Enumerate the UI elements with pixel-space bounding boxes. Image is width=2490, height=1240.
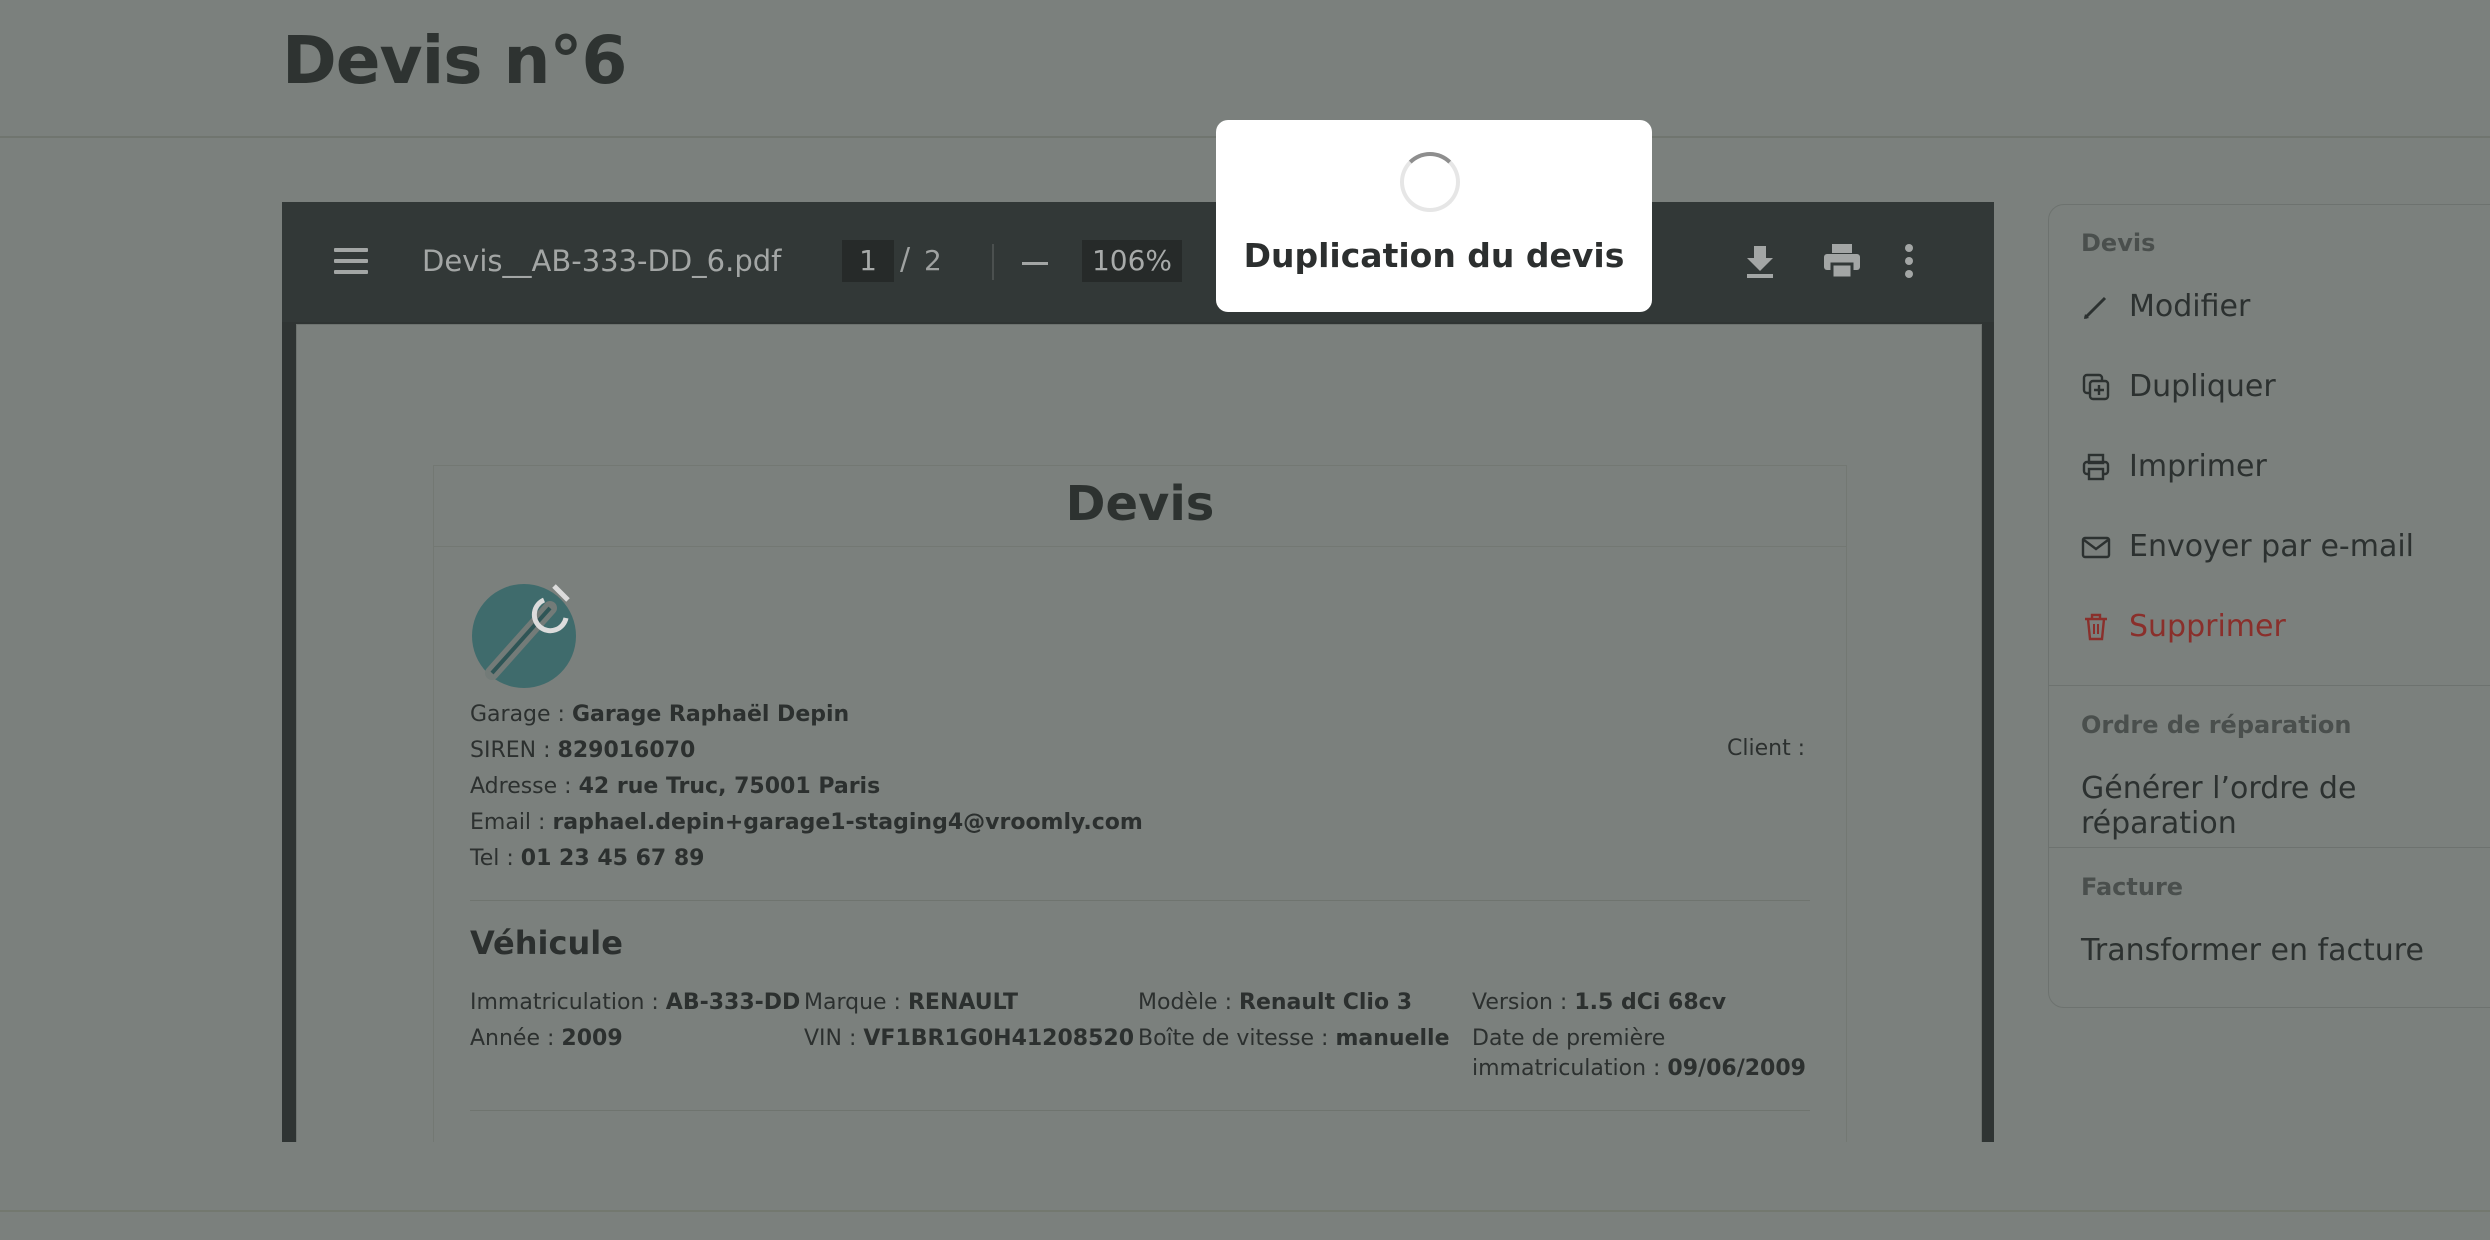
print-icon[interactable]	[1822, 242, 1862, 280]
modele: Modèle : Renault Clio 3	[1138, 990, 1413, 1015]
toolbar-divider	[992, 244, 994, 280]
envoyer-email-button[interactable]: Envoyer par e-mail	[2081, 529, 2414, 564]
page-header: Devis n°6	[0, 0, 2490, 138]
modifier-button[interactable]: Modifier	[2081, 289, 2250, 324]
annee: Année : 2009	[470, 1026, 623, 1051]
boite-vitesse: Boîte de vitesse : manuelle	[1138, 1026, 1450, 1051]
zoom-out-icon[interactable]	[1022, 262, 1048, 265]
document-title: Devis	[1065, 476, 1215, 532]
zoom-level[interactable]: 106%	[1082, 240, 1182, 282]
page-number-input[interactable]: 1	[842, 240, 894, 282]
download-icon[interactable]	[1742, 242, 1778, 280]
garage-line: Garage : Garage Raphaël Depin	[470, 702, 850, 727]
address-line: Adresse : 42 rue Truc, 75001 Paris	[470, 774, 881, 799]
pdf-page: Devis Garage : Garage Raphaël Depin SIRE…	[296, 324, 1982, 1142]
pdf-toolbar: Devis__AB-333-DD_6.pdf 1 / 2 106%	[282, 202, 1994, 322]
section-devis: Devis	[2081, 229, 2156, 257]
divider	[2049, 847, 2490, 848]
pdf-filename: Devis__AB-333-DD_6.pdf	[422, 244, 782, 278]
actions-panel: Devis Modifier Dupliquer Imprimer Envoye…	[2048, 204, 2490, 1008]
supprimer-button[interactable]: Supprimer	[2081, 609, 2286, 644]
garage-logo	[472, 578, 582, 692]
client-label: Client :	[1727, 736, 1806, 761]
pdf-viewer: Devis__AB-333-DD_6.pdf 1 / 2 106% Devis	[282, 202, 1994, 1142]
modal-message: Duplication du devis	[1243, 236, 1625, 275]
tel-line: Tel : 01 23 45 67 89	[470, 846, 705, 871]
email-value: raphael.depin+garage1-staging4@vroomly.c…	[552, 810, 1143, 835]
tel-value: 01 23 45 67 89	[520, 846, 705, 871]
menu-icon[interactable]	[334, 248, 368, 274]
section-ordre-reparation: Ordre de réparation	[2081, 711, 2352, 739]
total-pages: 2	[924, 244, 942, 277]
vin: VIN : VF1BR1G0H41208520	[804, 1026, 1135, 1051]
divider	[470, 900, 1810, 901]
immatriculation: Immatriculation : AB-333-DD	[470, 990, 801, 1015]
trash-icon	[2085, 613, 2107, 640]
siren-value: 829016070	[557, 738, 696, 763]
loading-modal: Duplication du devis	[1216, 120, 1652, 312]
page-title: Devis n°6	[282, 22, 627, 99]
vehicle-title: Véhicule	[470, 924, 623, 962]
dupliquer-button[interactable]: Dupliquer	[2081, 369, 2276, 404]
more-options-icon[interactable]	[1904, 244, 1914, 278]
address-value: 42 rue Truc, 75001 Paris	[578, 774, 881, 799]
divider	[2049, 685, 2490, 686]
generer-ordre-button[interactable]: Générer l’ordre de réparation	[2081, 771, 2490, 841]
duplicate-icon	[2082, 373, 2110, 400]
section-facture: Facture	[2081, 873, 2184, 901]
garage-name: Garage Raphaël Depin	[571, 702, 850, 727]
loading-spinner-icon	[1400, 152, 1460, 212]
marque: Marque : RENAULT	[804, 990, 1018, 1015]
footer-divider	[0, 1210, 2490, 1212]
siren-line: SIREN : 829016070	[470, 738, 696, 763]
transformer-facture-button[interactable]: Transformer en facture	[2081, 933, 2424, 968]
imprimer-button[interactable]: Imprimer	[2081, 449, 2267, 484]
version: Version : 1.5 dCi 68cv	[1472, 990, 1727, 1015]
email-line: Email : raphael.depin+garage1-staging4@v…	[470, 810, 1143, 835]
printer-icon	[2082, 453, 2110, 480]
page-separator: /	[900, 242, 911, 277]
divider	[470, 1110, 1810, 1111]
pencil-icon	[2083, 296, 2107, 319]
mail-icon	[2081, 536, 2111, 558]
date-immatriculation: Date de première immatriculation : 09/06…	[1472, 1026, 1806, 1081]
quote-document: Devis Garage : Garage Raphaël Depin SIRE…	[433, 465, 1847, 1142]
